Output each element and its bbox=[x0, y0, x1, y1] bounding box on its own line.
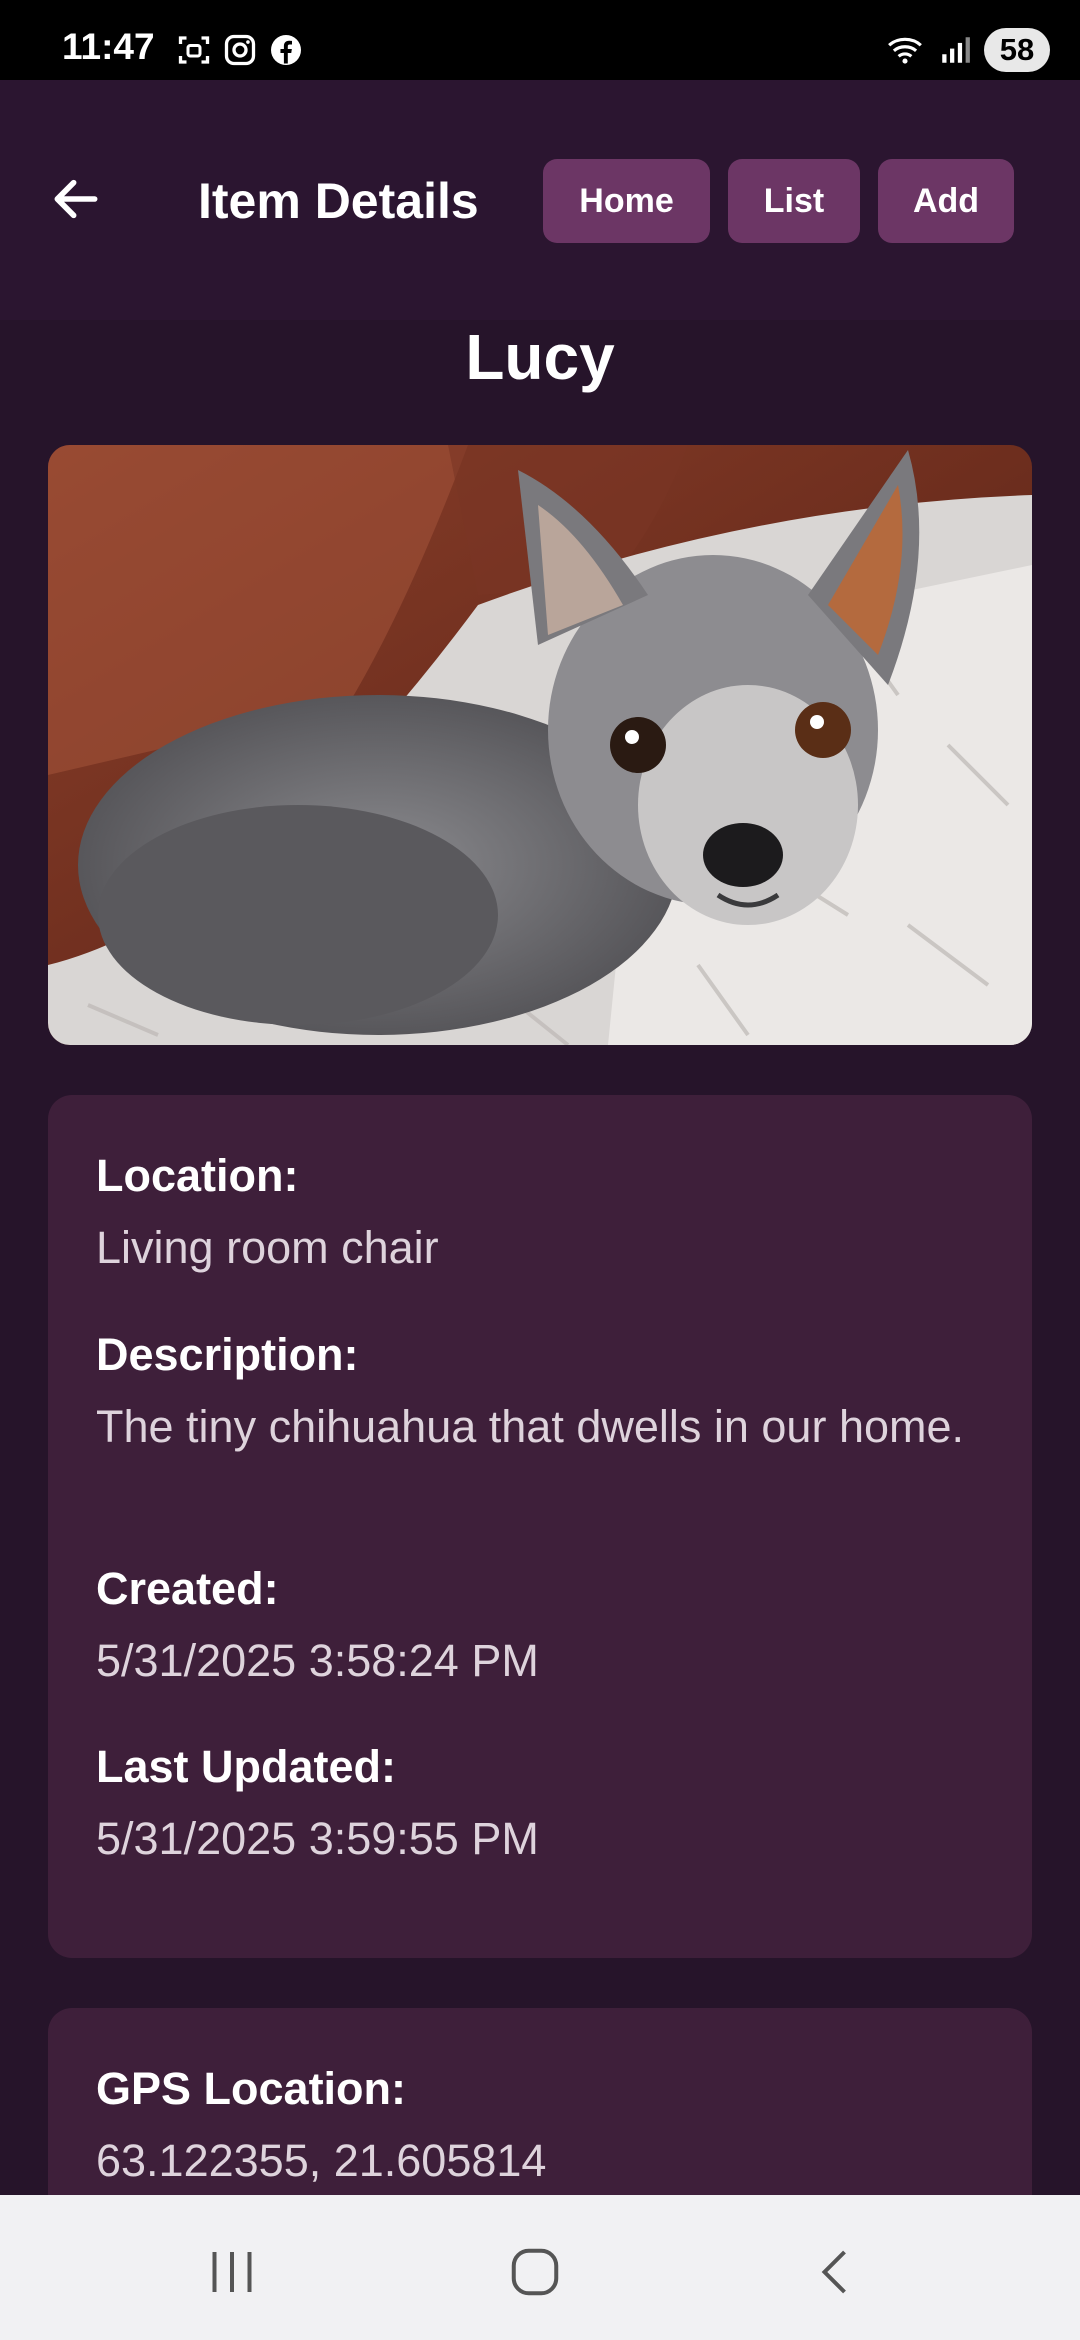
battery-indicator: 58 bbox=[984, 28, 1050, 72]
back-nav-button[interactable] bbox=[802, 2237, 872, 2307]
list-button[interactable]: List bbox=[728, 159, 860, 243]
facebook-icon bbox=[271, 35, 301, 65]
last-updated-label: Last Updated: bbox=[96, 1741, 397, 1792]
page-title: Item Details bbox=[198, 173, 479, 229]
details-card: Location: Living room chair Description:… bbox=[48, 1095, 1032, 1958]
wifi-icon bbox=[888, 37, 922, 64]
gps-value: 63.122355, 21.605814 bbox=[96, 2135, 547, 2186]
back-button[interactable] bbox=[44, 167, 108, 231]
system-navigation-bar bbox=[0, 2195, 1080, 2340]
signal-icon bbox=[942, 37, 970, 63]
notification-icons bbox=[176, 32, 304, 68]
created-value: 5/31/2025 3:58:24 PM bbox=[96, 1635, 539, 1686]
gps-label: GPS Location: bbox=[96, 2063, 407, 2114]
add-button[interactable]: Add bbox=[878, 159, 1014, 243]
app-bar: Item Details Home List Add bbox=[0, 80, 1080, 320]
status-right: 58 bbox=[884, 28, 1050, 72]
recent-apps-button[interactable] bbox=[197, 2237, 267, 2307]
description-value: The tiny chihuahua that dwells in our ho… bbox=[96, 1401, 965, 1452]
screenshot-icon bbox=[178, 36, 210, 64]
arrow-left-icon bbox=[54, 179, 98, 219]
home-button[interactable]: Home bbox=[543, 159, 710, 243]
home-circle-icon bbox=[511, 2248, 559, 2296]
status-bar: 11:47 58 bbox=[0, 0, 1080, 80]
location-value: Living room chair bbox=[96, 1222, 439, 1273]
description-label: Description: bbox=[96, 1329, 359, 1380]
location-label: Location: bbox=[96, 1150, 299, 1201]
last-updated-value: 5/31/2025 3:59:55 PM bbox=[96, 1813, 539, 1864]
instagram-icon bbox=[224, 34, 256, 66]
dog-photo bbox=[48, 445, 1032, 1045]
home-nav-button[interactable] bbox=[500, 2237, 570, 2307]
created-label: Created: bbox=[96, 1563, 279, 1614]
status-time: 11:47 bbox=[62, 26, 155, 67]
item-name: Lucy bbox=[465, 321, 615, 393]
recent-apps-icon bbox=[212, 2252, 252, 2292]
chevron-left-icon bbox=[821, 2250, 846, 2294]
